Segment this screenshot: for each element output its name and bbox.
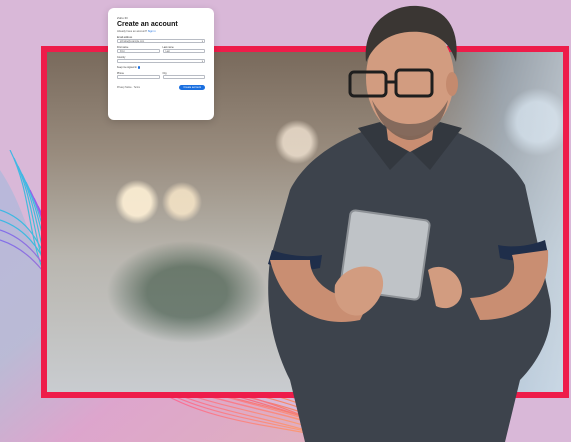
subtitle-text: Already have an account?: [117, 30, 147, 33]
card-title: Create an account: [117, 21, 178, 28]
chevron-down-icon: ▾: [201, 60, 203, 63]
card-footer: Privacy Notice · Terms Create account: [117, 85, 205, 91]
terms-link[interactable]: · Terms: [132, 87, 140, 89]
chevron-down-icon: ▾: [201, 40, 203, 43]
email-value: johndoe@example.com: [120, 41, 145, 43]
footer-links: Privacy Notice · Terms: [117, 87, 140, 89]
card-subtitle: Already have an account? Sign in: [117, 30, 205, 33]
create-account-button[interactable]: Create account: [179, 85, 205, 91]
country-select[interactable]: ▾: [117, 59, 205, 63]
email-field[interactable]: johndoe@example.com ▾: [117, 39, 205, 43]
last-name-field[interactable]: Last: [162, 49, 205, 53]
brand-logo: Zoho ID: [117, 16, 128, 20]
create-account-card: Zoho ID Create an account Already have a…: [108, 8, 214, 120]
name-row: First name First Last name Last: [117, 43, 205, 53]
sign-in-link[interactable]: Sign in: [148, 30, 156, 33]
phone-field[interactable]: [117, 75, 160, 79]
contact-row: Phone Org: [117, 69, 205, 79]
man-holding-tablet: [268, 5, 551, 442]
org-field[interactable]: [162, 75, 205, 79]
privacy-link[interactable]: Privacy Notice: [117, 87, 132, 89]
first-name-field[interactable]: First: [117, 49, 160, 53]
